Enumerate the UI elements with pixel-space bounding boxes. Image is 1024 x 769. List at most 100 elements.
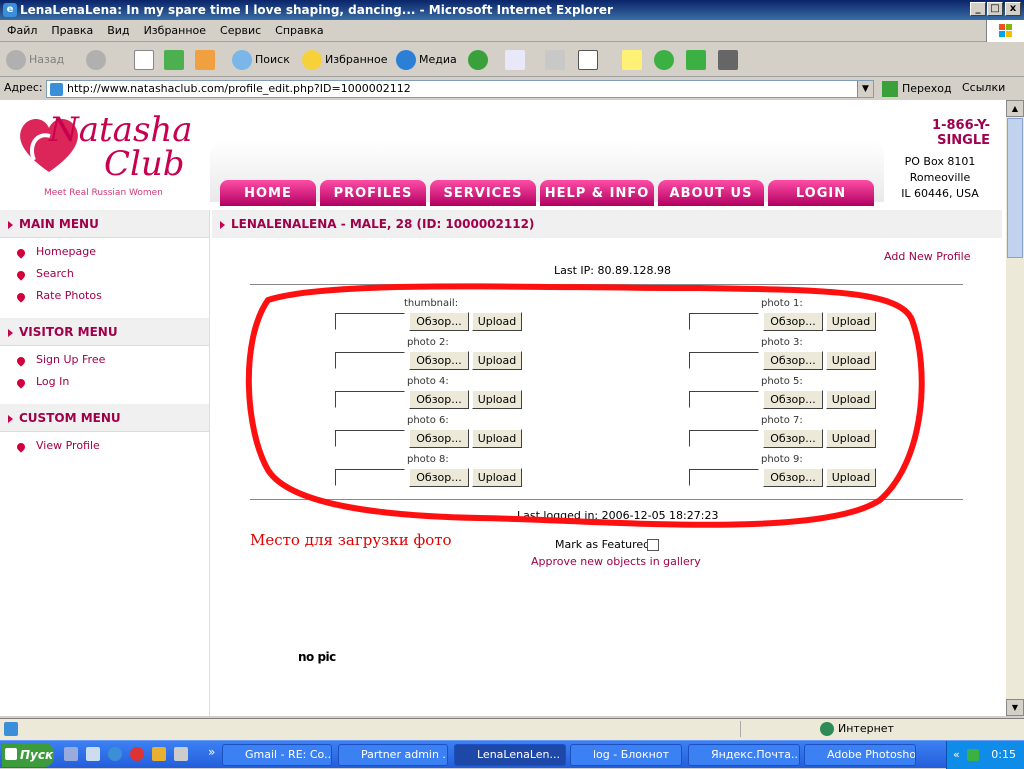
scroll-up-icon[interactable]: ▲ bbox=[1006, 100, 1024, 117]
menu-help[interactable]: Справка bbox=[268, 20, 330, 42]
go-button[interactable]: Переход bbox=[882, 80, 952, 98]
upload-button[interactable]: Upload bbox=[826, 429, 876, 448]
scroll-down-icon[interactable]: ▼ bbox=[1006, 699, 1024, 716]
links-button[interactable]: Ссылки bbox=[962, 81, 1005, 94]
mark-featured-checkbox[interactable] bbox=[647, 539, 659, 551]
messenger-button[interactable] bbox=[686, 48, 709, 72]
taskbar-item[interactable]: Gmail - RE: Co... bbox=[222, 744, 332, 766]
download-button[interactable] bbox=[718, 48, 741, 72]
file-input[interactable] bbox=[689, 352, 759, 369]
maximize-button[interactable]: □ bbox=[987, 2, 1003, 16]
menu-favorites[interactable]: Избранное bbox=[137, 20, 213, 42]
sidebar-item-sign-up[interactable]: Sign Up Free bbox=[0, 349, 209, 371]
icq-button[interactable] bbox=[654, 48, 677, 72]
favorites-button[interactable]: Избранное bbox=[302, 48, 387, 72]
browse-button[interactable]: Обзор... bbox=[763, 351, 823, 370]
stop-button[interactable] bbox=[134, 48, 157, 72]
file-input[interactable] bbox=[689, 313, 759, 330]
browse-button[interactable]: Обзор... bbox=[409, 390, 469, 409]
sidebar-item-search[interactable]: Search bbox=[0, 263, 209, 285]
scroll-thumb[interactable] bbox=[1007, 118, 1023, 258]
browse-button[interactable]: Обзор... bbox=[409, 429, 469, 448]
quicklaunch-icon[interactable] bbox=[174, 747, 188, 761]
mail-icon bbox=[505, 50, 525, 70]
upload-button[interactable]: Upload bbox=[826, 351, 876, 370]
browse-button[interactable]: Обзор... bbox=[409, 351, 469, 370]
file-input[interactable] bbox=[335, 352, 405, 369]
edit-button[interactable] bbox=[578, 48, 601, 72]
upload-button[interactable]: Upload bbox=[472, 312, 522, 331]
browse-button[interactable]: Обзор... bbox=[409, 312, 469, 331]
start-button[interactable]: Пуск bbox=[2, 743, 54, 767]
taskbar-item[interactable]: log - Блокнот bbox=[570, 744, 682, 766]
quicklaunch-icon[interactable] bbox=[152, 747, 166, 761]
file-input[interactable] bbox=[335, 391, 405, 408]
no-pic-placeholder: no pic bbox=[298, 650, 336, 664]
add-new-profile-link[interactable]: Add New Profile bbox=[884, 250, 971, 263]
browse-button[interactable]: Обзор... bbox=[763, 390, 823, 409]
browse-button[interactable]: Обзор... bbox=[763, 468, 823, 487]
nav-help-info[interactable]: HELP & INFO bbox=[540, 180, 654, 206]
search-button[interactable]: Поиск bbox=[232, 48, 290, 72]
approve-gallery-link[interactable]: Approve new objects in gallery bbox=[531, 555, 701, 568]
sidebar-item-view-profile[interactable]: View Profile bbox=[0, 435, 209, 457]
refresh-button[interactable] bbox=[164, 48, 187, 72]
nav-profiles[interactable]: PROFILES bbox=[320, 180, 426, 206]
nav-home[interactable]: HOME bbox=[220, 180, 316, 206]
history-button[interactable] bbox=[468, 48, 491, 72]
taskbar-item[interactable]: Adobe Photoshop bbox=[804, 744, 916, 766]
minimize-button[interactable]: _ bbox=[970, 2, 986, 16]
media-button[interactable]: Медиа bbox=[396, 48, 457, 72]
home-button[interactable] bbox=[195, 48, 218, 72]
tray-expand-icon[interactable]: « bbox=[953, 741, 960, 769]
nav-about-us[interactable]: ABOUT US bbox=[658, 180, 764, 206]
upload-button[interactable]: Upload bbox=[472, 468, 522, 487]
nav-services[interactable]: SERVICES bbox=[430, 180, 536, 206]
file-input[interactable] bbox=[335, 430, 405, 447]
file-input[interactable] bbox=[689, 391, 759, 408]
upload-button[interactable]: Upload bbox=[826, 468, 876, 487]
taskbar-item[interactable]: Яндекс.Почта... bbox=[688, 744, 800, 766]
forward-button[interactable] bbox=[86, 48, 109, 72]
file-input[interactable] bbox=[689, 430, 759, 447]
window-title: LenaLenaLena: In my spare time I love sh… bbox=[20, 3, 613, 17]
browse-button[interactable]: Обзор... bbox=[763, 429, 823, 448]
quicklaunch-icon[interactable] bbox=[130, 747, 144, 761]
sidebar-item-rate-photos[interactable]: Rate Photos bbox=[0, 285, 209, 307]
menu-tools[interactable]: Сервис bbox=[213, 20, 268, 42]
file-input[interactable] bbox=[335, 469, 405, 486]
site-logo[interactable]: Natasha Club Meet Real Russian Women bbox=[14, 110, 204, 200]
address-dropdown-icon[interactable]: ▼ bbox=[857, 81, 873, 97]
sidebar-item-log-in[interactable]: Log In bbox=[0, 371, 209, 393]
address-input[interactable]: http://www.natashaclub.com/profile_edit.… bbox=[46, 80, 874, 98]
nav-login[interactable]: LOGIN bbox=[768, 180, 874, 206]
quicklaunch-icon[interactable] bbox=[108, 747, 122, 761]
quicklaunch-icon[interactable] bbox=[64, 747, 78, 761]
taskbar-item-active[interactable]: LenaLenaLen... bbox=[454, 744, 566, 766]
photo-label: photo 9: bbox=[761, 454, 803, 465]
tray-app-icon[interactable] bbox=[967, 749, 979, 761]
print-button[interactable] bbox=[545, 48, 568, 72]
taskbar-item[interactable]: Partner admin ... bbox=[338, 744, 448, 766]
upload-button[interactable]: Upload bbox=[826, 390, 876, 409]
menu-edit[interactable]: Правка bbox=[44, 20, 100, 42]
browse-button[interactable]: Обзор... bbox=[409, 468, 469, 487]
back-button[interactable]: Назад bbox=[6, 48, 64, 72]
note-button[interactable] bbox=[622, 48, 645, 72]
file-input[interactable] bbox=[335, 313, 405, 330]
upload-button[interactable]: Upload bbox=[472, 390, 522, 409]
file-input[interactable] bbox=[689, 469, 759, 486]
close-button[interactable]: x bbox=[1005, 2, 1021, 16]
menu-file[interactable]: Файл bbox=[0, 20, 44, 42]
expand-icon[interactable]: » bbox=[208, 745, 215, 759]
sidebar-item-homepage[interactable]: Homepage bbox=[0, 241, 209, 263]
clock[interactable]: 0:15 bbox=[991, 748, 1016, 761]
upload-button[interactable]: Upload bbox=[472, 351, 522, 370]
upload-button[interactable]: Upload bbox=[826, 312, 876, 331]
quicklaunch-icon[interactable] bbox=[86, 747, 100, 761]
vertical-scrollbar[interactable]: ▲ ▼ bbox=[1006, 100, 1024, 716]
mail-button[interactable] bbox=[505, 48, 528, 72]
upload-button[interactable]: Upload bbox=[472, 429, 522, 448]
browse-button[interactable]: Обзор... bbox=[763, 312, 823, 331]
menu-view[interactable]: Вид bbox=[100, 20, 136, 42]
